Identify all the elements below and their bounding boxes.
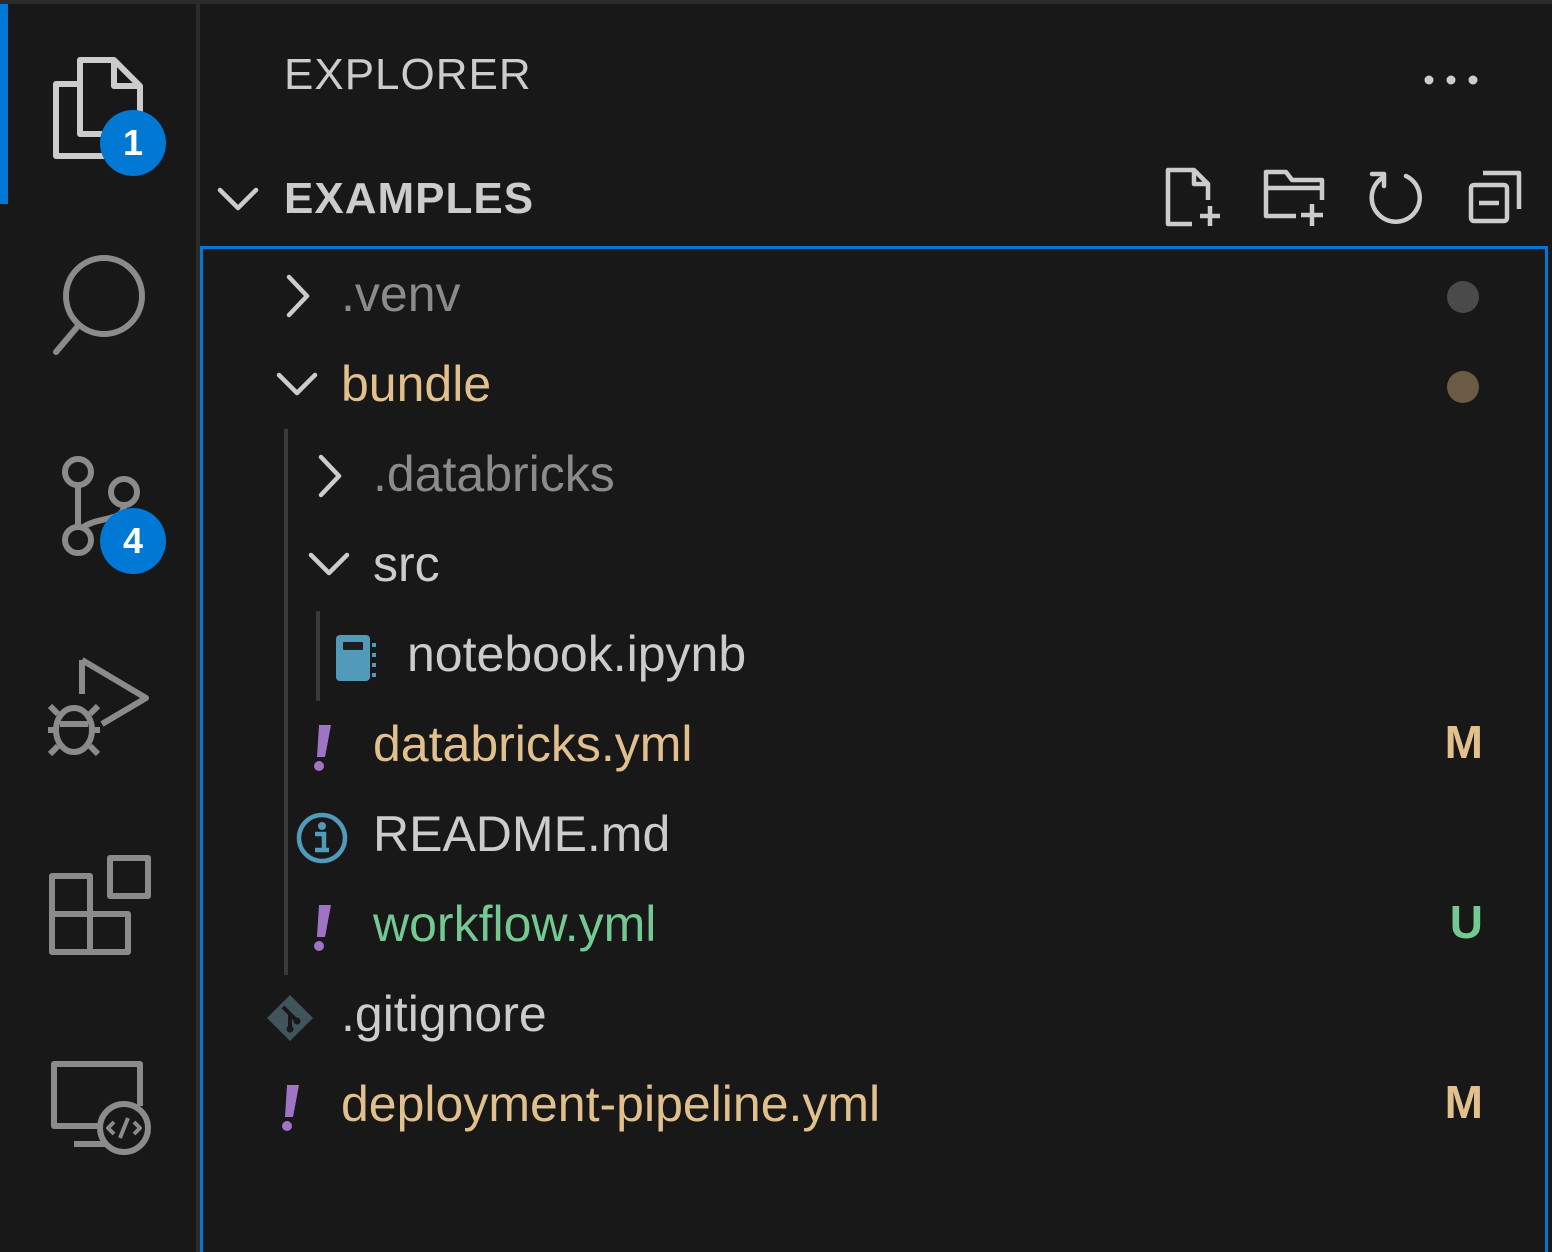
collapse-all-button[interactable] — [1464, 168, 1526, 230]
chevron-down-icon — [275, 369, 319, 408]
tree-item-label: .gitignore — [341, 986, 547, 1042]
tree-item-databricks-yml[interactable]: databricks.yml M — [203, 701, 1549, 791]
git-icon — [263, 991, 317, 1045]
git-status-badge: U — [1449, 896, 1483, 948]
section-title: EXAMPLES — [284, 174, 535, 223]
section-header-examples[interactable]: EXAMPLES — [200, 154, 1552, 244]
new-file-icon — [1164, 166, 1226, 233]
source-control-badge: 4 — [100, 508, 166, 574]
git-modified-dot — [1447, 371, 1479, 403]
git-ignored-dot — [1447, 281, 1479, 313]
info-icon — [295, 811, 349, 865]
tree-item-label: deployment-pipeline.yml — [341, 1076, 881, 1132]
tree-item-deployment-pipeline-yml[interactable]: deployment-pipeline.yml M — [203, 1061, 1549, 1151]
tree-item-label: databricks.yml — [373, 716, 693, 772]
refresh-button[interactable] — [1364, 168, 1426, 230]
explorer-sidebar: EXPLORER EXAMPLES .venv bundle .databric… — [200, 4, 1552, 1252]
git-status-badge: M — [1444, 716, 1483, 768]
tree-item-venv[interactable]: .venv — [203, 251, 1549, 341]
tree-item-readme[interactable]: README.md — [203, 791, 1549, 881]
tree-item-bundle[interactable]: bundle — [203, 341, 1549, 431]
yaml-icon — [295, 901, 349, 955]
chevron-down-icon — [307, 549, 351, 588]
file-tree: .venv bundle .databricks src notebook.ip… — [200, 246, 1548, 1252]
new-folder-button[interactable] — [1262, 166, 1328, 233]
search-icon — [52, 254, 152, 358]
tree-item-databricks-folder[interactable]: .databricks — [203, 431, 1549, 521]
tree-item-label: notebook.ipynb — [407, 626, 747, 682]
run-debug-icon — [46, 654, 152, 758]
chevron-right-icon — [283, 273, 313, 324]
collapse-all-icon — [1467, 169, 1523, 230]
activity-source-control[interactable]: 4 — [0, 404, 196, 594]
tree-item-label: src — [373, 536, 440, 592]
section-actions — [1164, 166, 1526, 233]
refresh-icon — [1366, 168, 1424, 231]
yaml-icon — [263, 1081, 317, 1135]
activity-run-debug[interactable] — [0, 604, 196, 794]
activity-bar: 1 4 — [0, 4, 200, 1252]
notebook-icon — [329, 631, 383, 685]
tree-item-notebook[interactable]: notebook.ipynb — [203, 611, 1549, 701]
activity-search[interactable] — [0, 204, 196, 394]
activity-remote-explorer[interactable] — [0, 1004, 196, 1194]
sidebar-title: EXPLORER — [284, 50, 532, 99]
extensions-icon — [48, 854, 152, 958]
tree-item-label: README.md — [373, 806, 671, 862]
tree-item-label: .databricks — [373, 446, 615, 502]
tree-item-gitignore[interactable]: .gitignore — [203, 971, 1549, 1061]
tree-item-label: .venv — [341, 266, 461, 322]
git-status-badge: M — [1444, 1076, 1483, 1128]
tree-item-src[interactable]: src — [203, 521, 1549, 611]
chevron-down-icon — [216, 182, 260, 223]
chevron-right-icon — [315, 453, 345, 504]
remote-explorer-icon — [50, 1060, 154, 1156]
more-icon — [1423, 73, 1479, 91]
vscode-window: 1 4 EXPLORER EXAMPLES .venv bundle .data… — [0, 0, 1552, 1252]
new-folder-icon — [1262, 166, 1328, 233]
tree-item-workflow-yml[interactable]: workflow.yml U — [203, 881, 1549, 971]
more-actions-button[interactable] — [1416, 60, 1486, 104]
new-file-button[interactable] — [1164, 166, 1226, 233]
activity-extensions[interactable] — [0, 804, 196, 994]
explorer-badge: 1 — [100, 110, 166, 176]
yaml-icon — [295, 721, 349, 775]
tree-item-label: workflow.yml — [373, 896, 657, 952]
activity-explorer[interactable]: 1 — [0, 4, 196, 204]
tree-item-label: bundle — [341, 356, 492, 412]
